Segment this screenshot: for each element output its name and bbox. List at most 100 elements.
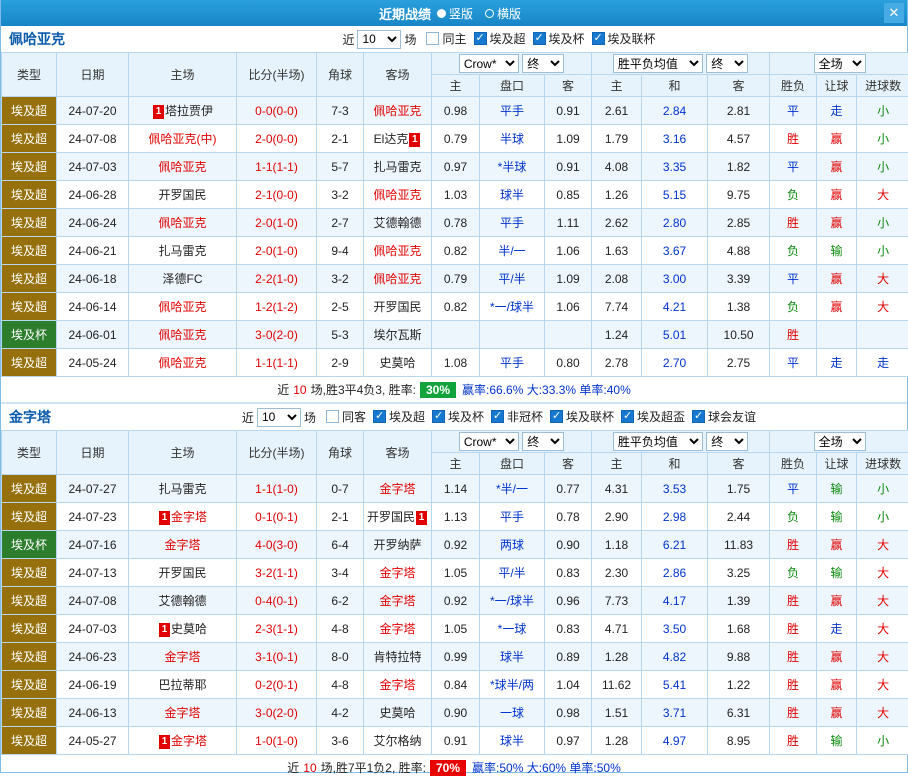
checkbox-checked-icon[interactable] bbox=[373, 410, 386, 423]
odds-handicap-cell: 两球 bbox=[480, 531, 545, 559]
bookmaker-select[interactable]: Crow* bbox=[459, 432, 519, 451]
handicap-result-cell: 输 bbox=[817, 475, 857, 503]
avg-final-select[interactable]: 终 bbox=[706, 54, 748, 73]
avg-home-cell: 4.71 bbox=[592, 615, 642, 643]
orientation-radio[interactable]: 竖版 bbox=[437, 5, 473, 22]
league-cell: 埃及杯 bbox=[2, 531, 57, 559]
checkbox-checked-icon[interactable] bbox=[621, 410, 634, 423]
corner-cell: 2-1 bbox=[317, 125, 364, 153]
score-cell: 0-0(0-0) bbox=[237, 97, 317, 125]
away-team-name: 佩哈亚克 bbox=[373, 188, 421, 202]
games-count-select[interactable]: 10 bbox=[257, 408, 301, 427]
win-rate-badge: 30% bbox=[420, 382, 456, 398]
titlebar: 近期战绩 竖版横版 ✕ bbox=[1, 0, 907, 26]
odds-away-cell: 0.77 bbox=[545, 475, 592, 503]
goals-result-cell bbox=[857, 321, 908, 349]
odds-home-cell: 0.98 bbox=[432, 97, 480, 125]
checkbox-checked-icon[interactable] bbox=[592, 32, 605, 45]
corner-cell: 9-4 bbox=[317, 237, 364, 265]
date-cell: 24-07-03 bbox=[57, 615, 129, 643]
odds-handicap-cell: *半球 bbox=[480, 153, 545, 181]
score-cell: 2-0(0-0) bbox=[237, 125, 317, 153]
avg-draw-cell: 3.53 bbox=[642, 475, 708, 503]
odds-away-cell: 0.91 bbox=[545, 153, 592, 181]
scope-select[interactable]: 全场 bbox=[814, 432, 866, 451]
handicap-result-cell: 赢 bbox=[817, 293, 857, 321]
close-button[interactable]: ✕ bbox=[884, 3, 904, 23]
col-handicap-result: 让球 bbox=[817, 453, 857, 475]
avg-home-cell: 1.18 bbox=[592, 531, 642, 559]
checkbox-checked-icon[interactable] bbox=[533, 32, 546, 45]
handicap-result-cell: 赢 bbox=[817, 531, 857, 559]
summary: 近10场,胜3平4负3, 胜率:30%赢率:66.6% 大:33.3% 单率:4… bbox=[1, 377, 907, 402]
team-name: 金字塔 bbox=[9, 407, 51, 427]
result-cell: 平 bbox=[770, 153, 817, 181]
score-cell: 1-0(1-0) bbox=[237, 727, 317, 755]
league-cell: 埃及杯 bbox=[2, 321, 57, 349]
filter-checkbox[interactable]: 埃及杯 bbox=[432, 408, 484, 425]
avg-final-select[interactable]: 终 bbox=[706, 432, 748, 451]
score-cell: 1-1(1-1) bbox=[237, 349, 317, 377]
orientation-radio[interactable]: 横版 bbox=[485, 5, 521, 22]
col-type: 类型 bbox=[2, 431, 57, 475]
away-team-cell: 金字塔 bbox=[364, 559, 432, 587]
goals-result-cell: 小 bbox=[857, 125, 908, 153]
checkbox-checked-icon[interactable] bbox=[432, 410, 445, 423]
home-team-name: 佩哈亚克 bbox=[158, 356, 206, 370]
filter-checkbox[interactable]: 埃及超 bbox=[474, 30, 526, 47]
checkbox-checked-icon[interactable] bbox=[474, 32, 487, 45]
avg-away-cell: 8.95 bbox=[708, 727, 770, 755]
avg-odds-group: 胜平负均值 终 bbox=[592, 53, 770, 75]
odds-away-cell: 0.96 bbox=[545, 587, 592, 615]
filter-checkbox[interactable]: 埃及杯 bbox=[533, 30, 585, 47]
match-row: 埃及杯24-07-16金字塔4-0(3-0)6-4开罗纳萨0.92两球0.901… bbox=[2, 531, 908, 559]
result-cell: 平 bbox=[770, 97, 817, 125]
handicap-result-cell: 赢 bbox=[817, 587, 857, 615]
avg-away-cell: 1.82 bbox=[708, 153, 770, 181]
matches-table: 类型 日期 主场 比分(半场) 角球 客场 Crow* 终 胜平负均值 终 bbox=[1, 430, 908, 755]
checkbox-checked-icon[interactable] bbox=[692, 410, 705, 423]
games-count-select[interactable]: 10 bbox=[357, 30, 401, 49]
avg-draw-cell: 3.35 bbox=[642, 153, 708, 181]
odds-home-cell: 1.14 bbox=[432, 475, 480, 503]
checkbox-unchecked-icon[interactable] bbox=[426, 32, 439, 45]
home-team-cell: 佩哈亚克 bbox=[129, 153, 237, 181]
checkbox-checked-icon[interactable] bbox=[550, 410, 563, 423]
avg-type-select[interactable]: 胜平负均值 bbox=[613, 432, 703, 451]
filter-checkbox[interactable]: 球会友谊 bbox=[692, 408, 756, 425]
avg-away-cell: 2.44 bbox=[708, 503, 770, 531]
avg-draw-cell: 2.98 bbox=[642, 503, 708, 531]
score-cell: 2-0(1-0) bbox=[237, 237, 317, 265]
odds-handicap-cell: 平/半 bbox=[480, 265, 545, 293]
filter-checkbox[interactable]: 同客 bbox=[326, 408, 366, 425]
filter-checkbox[interactable]: 同主 bbox=[426, 30, 466, 47]
filter-checkbox[interactable]: 非冠杯 bbox=[491, 408, 543, 425]
handicap-final-select[interactable]: 终 bbox=[522, 54, 564, 73]
avg-draw-cell: 3.67 bbox=[642, 237, 708, 265]
league-cell: 埃及超 bbox=[2, 475, 57, 503]
odds-handicap-cell: *一球 bbox=[480, 615, 545, 643]
checkbox-unchecked-icon[interactable] bbox=[326, 410, 339, 423]
odds-away-cell bbox=[545, 321, 592, 349]
odds-handicap-cell bbox=[480, 321, 545, 349]
corner-cell: 3-2 bbox=[317, 265, 364, 293]
filter-checkbox[interactable]: 埃及超盃 bbox=[621, 408, 685, 425]
scope-select[interactable]: 全场 bbox=[814, 54, 866, 73]
checkbox-checked-icon[interactable] bbox=[491, 410, 504, 423]
avg-type-select[interactable]: 胜平负均值 bbox=[613, 54, 703, 73]
summary-count: 10 bbox=[293, 383, 306, 397]
goals-result-cell: 大 bbox=[857, 587, 908, 615]
filter-checkbox[interactable]: 埃及联杯 bbox=[550, 408, 614, 425]
filter-checkbox[interactable]: 埃及超 bbox=[373, 408, 425, 425]
handicap-final-select[interactable]: 终 bbox=[522, 432, 564, 451]
corner-cell: 4-8 bbox=[317, 615, 364, 643]
avg-away-cell: 1.75 bbox=[708, 475, 770, 503]
bookmaker-select[interactable]: Crow* bbox=[459, 54, 519, 73]
handicap-result-cell: 输 bbox=[817, 559, 857, 587]
result-cell: 胜 bbox=[770, 727, 817, 755]
filter-checkbox[interactable]: 埃及联杯 bbox=[592, 30, 656, 47]
league-cell: 埃及超 bbox=[2, 209, 57, 237]
col-corner: 角球 bbox=[317, 53, 364, 97]
avg-home-cell: 2.61 bbox=[592, 97, 642, 125]
score-cell: 3-2(1-1) bbox=[237, 559, 317, 587]
